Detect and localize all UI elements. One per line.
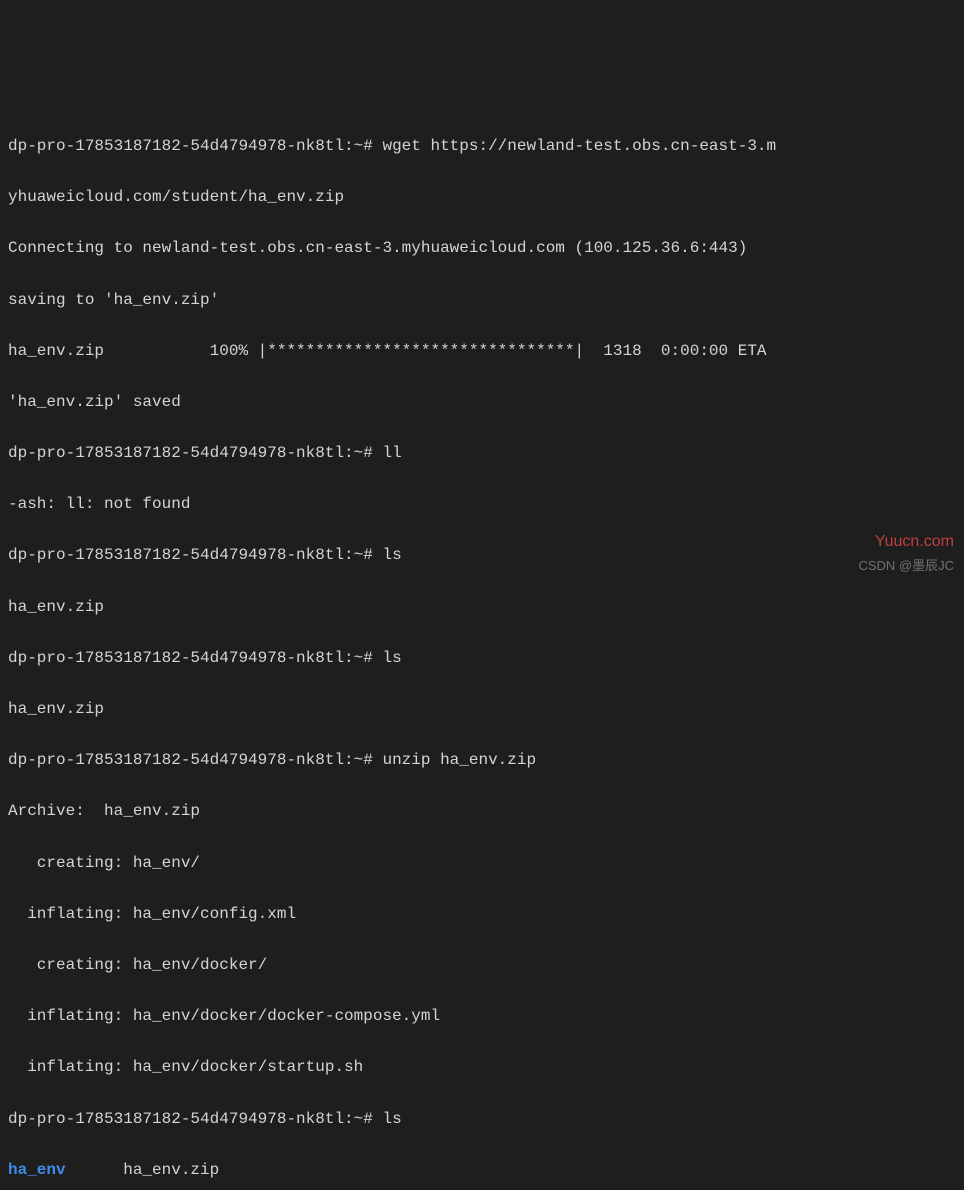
output-inflating-2: inflating: ha_env/docker/docker-compose.… bbox=[8, 1004, 956, 1030]
output-ls-1: ha_env.zip bbox=[8, 595, 956, 621]
directory-entry: ha_env bbox=[8, 1161, 66, 1179]
cmd-ls-2: dp-pro-17853187182-54d4794978-nk8tl:~# l… bbox=[8, 646, 956, 672]
file-entry: ha_env.zip bbox=[66, 1161, 220, 1179]
cmd-ls-3: dp-pro-17853187182-54d4794978-nk8tl:~# l… bbox=[8, 1107, 956, 1133]
output-inflating-3: inflating: ha_env/docker/startup.sh bbox=[8, 1055, 956, 1081]
cmd-unzip: dp-pro-17853187182-54d4794978-nk8tl:~# u… bbox=[8, 748, 956, 774]
cmd-ll: dp-pro-17853187182-54d4794978-nk8tl:~# l… bbox=[8, 441, 956, 467]
output-saving: saving to 'ha_env.zip' bbox=[8, 288, 956, 314]
output-ls-2: ha_env.zip bbox=[8, 697, 956, 723]
output-creating-2: creating: ha_env/docker/ bbox=[8, 953, 956, 979]
output-ls-3: ha_env ha_env.zip bbox=[8, 1158, 956, 1184]
output-progress: ha_env.zip 100% |***********************… bbox=[8, 339, 956, 365]
output-inflating-1: inflating: ha_env/config.xml bbox=[8, 902, 956, 928]
cmd-ls-1: dp-pro-17853187182-54d4794978-nk8tl:~# l… bbox=[8, 543, 956, 569]
cmd-wget-line2: yhuaweicloud.com/student/ha_env.zip bbox=[8, 185, 956, 211]
output-creating-1: creating: ha_env/ bbox=[8, 851, 956, 877]
cmd-wget-line1: dp-pro-17853187182-54d4794978-nk8tl:~# w… bbox=[8, 134, 956, 160]
output-archive: Archive: ha_env.zip bbox=[8, 799, 956, 825]
output-saved: 'ha_env.zip' saved bbox=[8, 390, 956, 416]
terminal-output[interactable]: dp-pro-17853187182-54d4794978-nk8tl:~# w… bbox=[8, 108, 956, 1190]
output-connecting: Connecting to newland-test.obs.cn-east-3… bbox=[8, 236, 956, 262]
output-ll-error: -ash: ll: not found bbox=[8, 492, 956, 518]
